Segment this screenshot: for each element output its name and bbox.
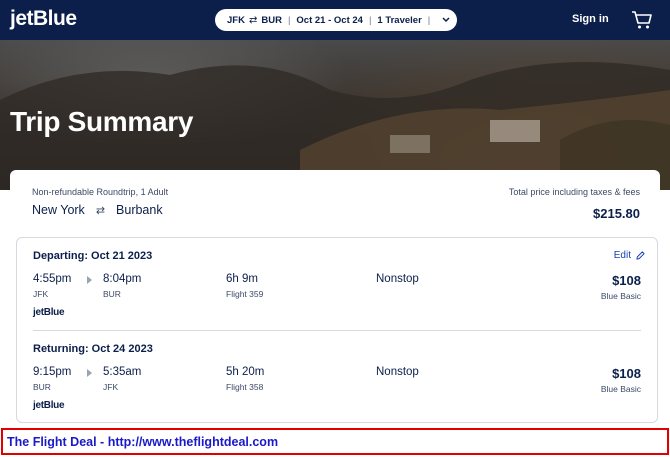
segment-price: $108 — [612, 366, 641, 381]
depart-time: 4:55pm — [33, 273, 72, 285]
watermark-text: The Flight Deal - http://www.theflightde… — [7, 435, 279, 449]
total-price-label: Total price including taxes & fees — [508, 187, 640, 197]
jetblue-logo[interactable]: jetBlue — [10, 7, 77, 31]
trip-search-pill[interactable]: JFK ⇄ BUR | Oct 21 - Oct 24 | 1 Traveler… — [215, 9, 457, 31]
flight-number: Flight 359 — [226, 289, 264, 299]
depart-airport: JFK — [33, 289, 49, 299]
returning-segment: Returning: Oct 24 2023 9:15pm BUR 5:35am… — [17, 331, 657, 423]
total-price: $215.80 — [593, 206, 640, 221]
fare-class: Blue Basic — [600, 384, 641, 394]
destination-code: BUR — [261, 14, 282, 26]
arrive-time: 5:35am — [103, 366, 142, 378]
hero-banner-image: Trip Summary — [0, 40, 670, 190]
arrive-airport: JFK — [103, 382, 119, 392]
swap-arrows-icon: ⇄ — [95, 204, 106, 217]
divider: | — [287, 14, 291, 26]
arrive-time: 8:04pm — [103, 273, 142, 285]
arrive-airport: BUR — [103, 289, 121, 299]
chevron-down-icon[interactable] — [442, 16, 450, 25]
cart-icon[interactable] — [631, 10, 653, 30]
carrier-logo: jetBlue — [33, 307, 65, 318]
arrow-right-icon — [87, 369, 92, 377]
edit-flights-button[interactable]: Edit — [614, 250, 645, 261]
flight-number: Flight 358 — [226, 382, 264, 392]
departing-segment: Departing: Oct 21 2023 Edit 4:55pm JFK 8… — [17, 238, 657, 330]
swap-arrows-icon: ⇄ — [248, 14, 258, 26]
flight-segments-panel: Departing: Oct 21 2023 Edit 4:55pm JFK 8… — [16, 237, 658, 423]
flight-duration: 6h 9m — [226, 273, 258, 285]
depart-airport: BUR — [33, 382, 51, 392]
trip-type-label: Non-refundable Roundtrip, 1 Adult — [32, 187, 169, 197]
carrier-logo: jetBlue — [33, 400, 65, 411]
fare-class: Blue Basic — [600, 291, 641, 301]
page-title: Trip Summary — [10, 106, 194, 137]
origin-code: JFK — [227, 14, 245, 26]
segment-title: Departing: Oct 21 2023 — [33, 250, 153, 262]
destination-city: Burbank — [116, 203, 163, 217]
edit-label: Edit — [613, 250, 631, 261]
top-navigation-bar: jetBlue JFK ⇄ BUR | Oct 21 - Oct 24 | 1 … — [0, 0, 670, 40]
traveler-count: 1 Traveler — [377, 14, 422, 26]
divider: | — [427, 14, 431, 26]
arrow-right-icon — [87, 276, 92, 284]
stops-label: Nonstop — [376, 366, 419, 378]
pencil-icon — [636, 251, 645, 260]
flight-duration: 5h 20m — [226, 366, 265, 378]
sign-in-link[interactable]: Sign in — [572, 13, 609, 25]
segment-price: $108 — [612, 273, 641, 288]
watermark-banner: The Flight Deal - http://www.theflightde… — [1, 428, 669, 455]
travel-dates: Oct 21 - Oct 24 — [296, 14, 363, 26]
route-cities: New York ⇄ Burbank — [32, 203, 163, 217]
trip-summary-card: Non-refundable Roundtrip, 1 Adult New Yo… — [10, 170, 660, 430]
stops-label: Nonstop — [376, 273, 419, 285]
divider: | — [368, 14, 372, 26]
depart-time: 9:15pm — [33, 366, 72, 378]
origin-city: New York — [32, 203, 85, 217]
segment-title: Returning: Oct 24 2023 — [33, 343, 153, 355]
